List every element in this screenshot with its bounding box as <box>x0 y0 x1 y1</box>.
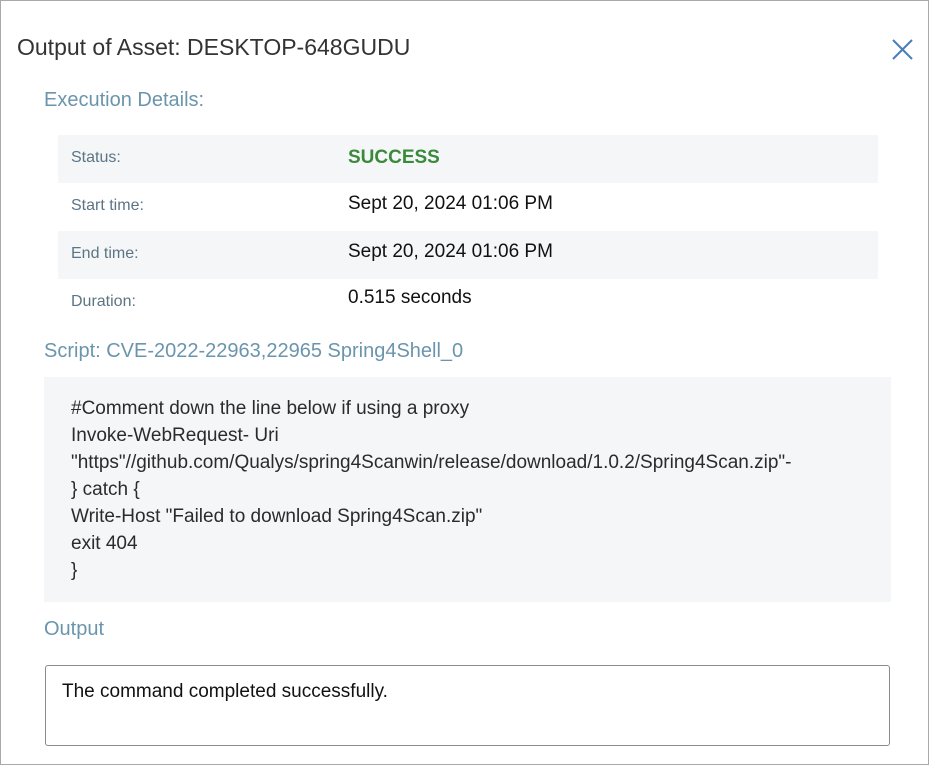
close-icon <box>892 39 913 60</box>
output-box[interactable]: The command completed successfully. <box>45 665 890 746</box>
detail-label: End time: <box>71 245 139 262</box>
detail-label: Duration: <box>71 293 136 310</box>
dialog-title: Output of Asset: DESKTOP-648GUDU <box>17 33 410 61</box>
execution-details-heading: Execution Details: <box>44 89 205 111</box>
script-line: } <box>71 560 78 581</box>
script-line: } catch { <box>71 479 140 500</box>
script-heading: Script: CVE-2022-22963,22965 Spring4Shel… <box>44 340 464 362</box>
status-value: SUCCESS <box>348 147 440 168</box>
detail-row-start-time: Start time: Sept 20, 2024 01:06 PM <box>58 183 878 231</box>
detail-row-status: Status: SUCCESS <box>58 135 878 183</box>
end-time-value: Sept 20, 2024 01:06 PM <box>348 241 553 262</box>
output-text: The command completed successfully. <box>62 681 388 702</box>
execution-details-table: Status: SUCCESS Start time: Sept 20, 202… <box>58 135 878 327</box>
asset-output-dialog: Output of Asset: DESKTOP-648GUDU Executi… <box>0 0 929 765</box>
detail-label: Start time: <box>71 197 144 214</box>
script-line: #Comment down the line below if using a … <box>71 398 470 419</box>
detail-row-duration: Duration: 0.515 seconds <box>58 279 878 327</box>
script-content-box: #Comment down the line below if using a … <box>44 377 891 602</box>
script-line: exit 404 <box>71 533 138 554</box>
detail-row-end-time: End time: Sept 20, 2024 01:06 PM <box>58 231 878 279</box>
script-lines: #Comment down the line below if using a … <box>71 395 791 584</box>
close-button[interactable] <box>887 35 917 65</box>
asset-name: DESKTOP-648GUDU <box>187 34 411 60</box>
duration-value: 0.515 seconds <box>348 287 472 308</box>
detail-label: Status: <box>71 149 121 166</box>
script-line: "https"//github.com/Qualys/spring4Scanwi… <box>71 452 792 473</box>
output-heading: Output <box>44 618 105 640</box>
title-prefix: Output of Asset: <box>17 34 188 60</box>
script-line: Write-Host "Failed to download Spring4Sc… <box>71 506 483 527</box>
start-time-value: Sept 20, 2024 01:06 PM <box>348 193 553 214</box>
script-line: Invoke-WebRequest- Uri <box>71 425 279 446</box>
